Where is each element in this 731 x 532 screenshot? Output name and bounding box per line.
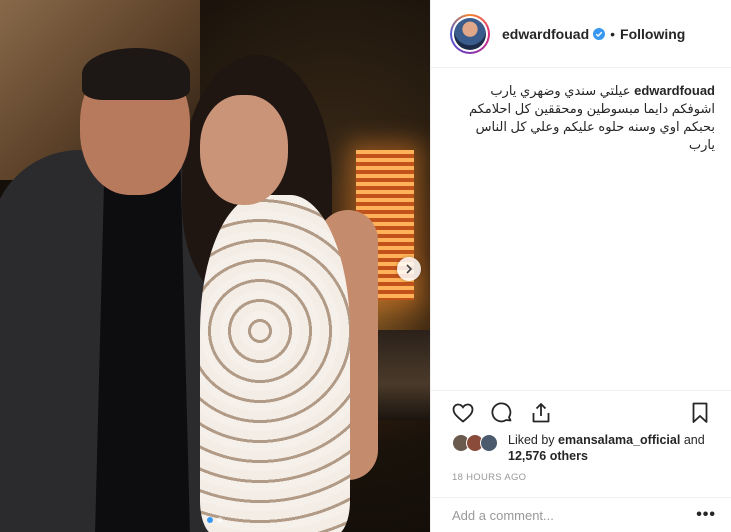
photo-woman-face <box>200 95 288 205</box>
caption-area: edwardfouad عيلتي سندي وضهري يارب اشوفكم… <box>431 68 731 388</box>
photo-man-shirt <box>95 165 190 532</box>
caption-username[interactable]: edwardfouad <box>634 83 715 98</box>
following-button[interactable]: Following <box>620 26 685 42</box>
likes-prefix: Liked by <box>508 433 555 447</box>
comment-box: ••• <box>431 497 731 532</box>
likes-joiner: and <box>683 433 705 447</box>
post-timestamp[interactable]: 18 HOURS AGO <box>452 472 526 483</box>
avatar-image <box>454 17 486 50</box>
post-header: edwardfouad • Following <box>431 0 731 68</box>
carousel-dot <box>217 517 223 523</box>
heart-icon <box>452 403 474 423</box>
caption: edwardfouad عيلتي سندي وضهري يارب اشوفكم… <box>450 82 715 154</box>
likes-text: Liked by emansalama_official and 12,576 … <box>508 432 705 464</box>
post-photo[interactable] <box>0 0 430 532</box>
bookmark-icon <box>692 402 708 423</box>
photo-man-hair <box>82 48 190 100</box>
photo-woman-dress <box>200 195 350 532</box>
like-button[interactable] <box>449 399 477 427</box>
header-separator: • <box>610 25 616 42</box>
likes-summary: Liked by emansalama_official and 12,576 … <box>452 432 722 464</box>
liker-avatars <box>452 434 498 464</box>
save-button[interactable] <box>686 399 714 427</box>
avatar[interactable] <box>450 13 490 54</box>
carousel-dot <box>207 517 213 523</box>
comment-button[interactable] <box>488 399 516 427</box>
username-link[interactable]: edwardfouad <box>502 26 589 42</box>
carousel-next-button[interactable] <box>397 257 421 281</box>
liker-avatar <box>480 434 498 452</box>
share-icon <box>532 402 550 422</box>
verified-badge-icon <box>593 27 606 40</box>
action-bar <box>431 390 731 434</box>
share-button[interactable] <box>527 399 555 427</box>
comment-input[interactable] <box>452 507 697 523</box>
chevron-right-icon <box>406 264 413 274</box>
post-side-panel: edwardfouad • Following edwardfouad عيلت… <box>430 0 731 532</box>
liker-username-link[interactable]: emansalama_official <box>558 433 680 447</box>
carousel-dots <box>0 517 430 523</box>
avatar-border <box>452 15 488 52</box>
more-options-button[interactable]: ••• <box>696 506 716 524</box>
instagram-post: edwardfouad • Following edwardfouad عيلت… <box>0 0 731 532</box>
comment-bubble-icon <box>491 401 512 422</box>
likes-others-link[interactable]: 12,576 others <box>508 449 588 463</box>
